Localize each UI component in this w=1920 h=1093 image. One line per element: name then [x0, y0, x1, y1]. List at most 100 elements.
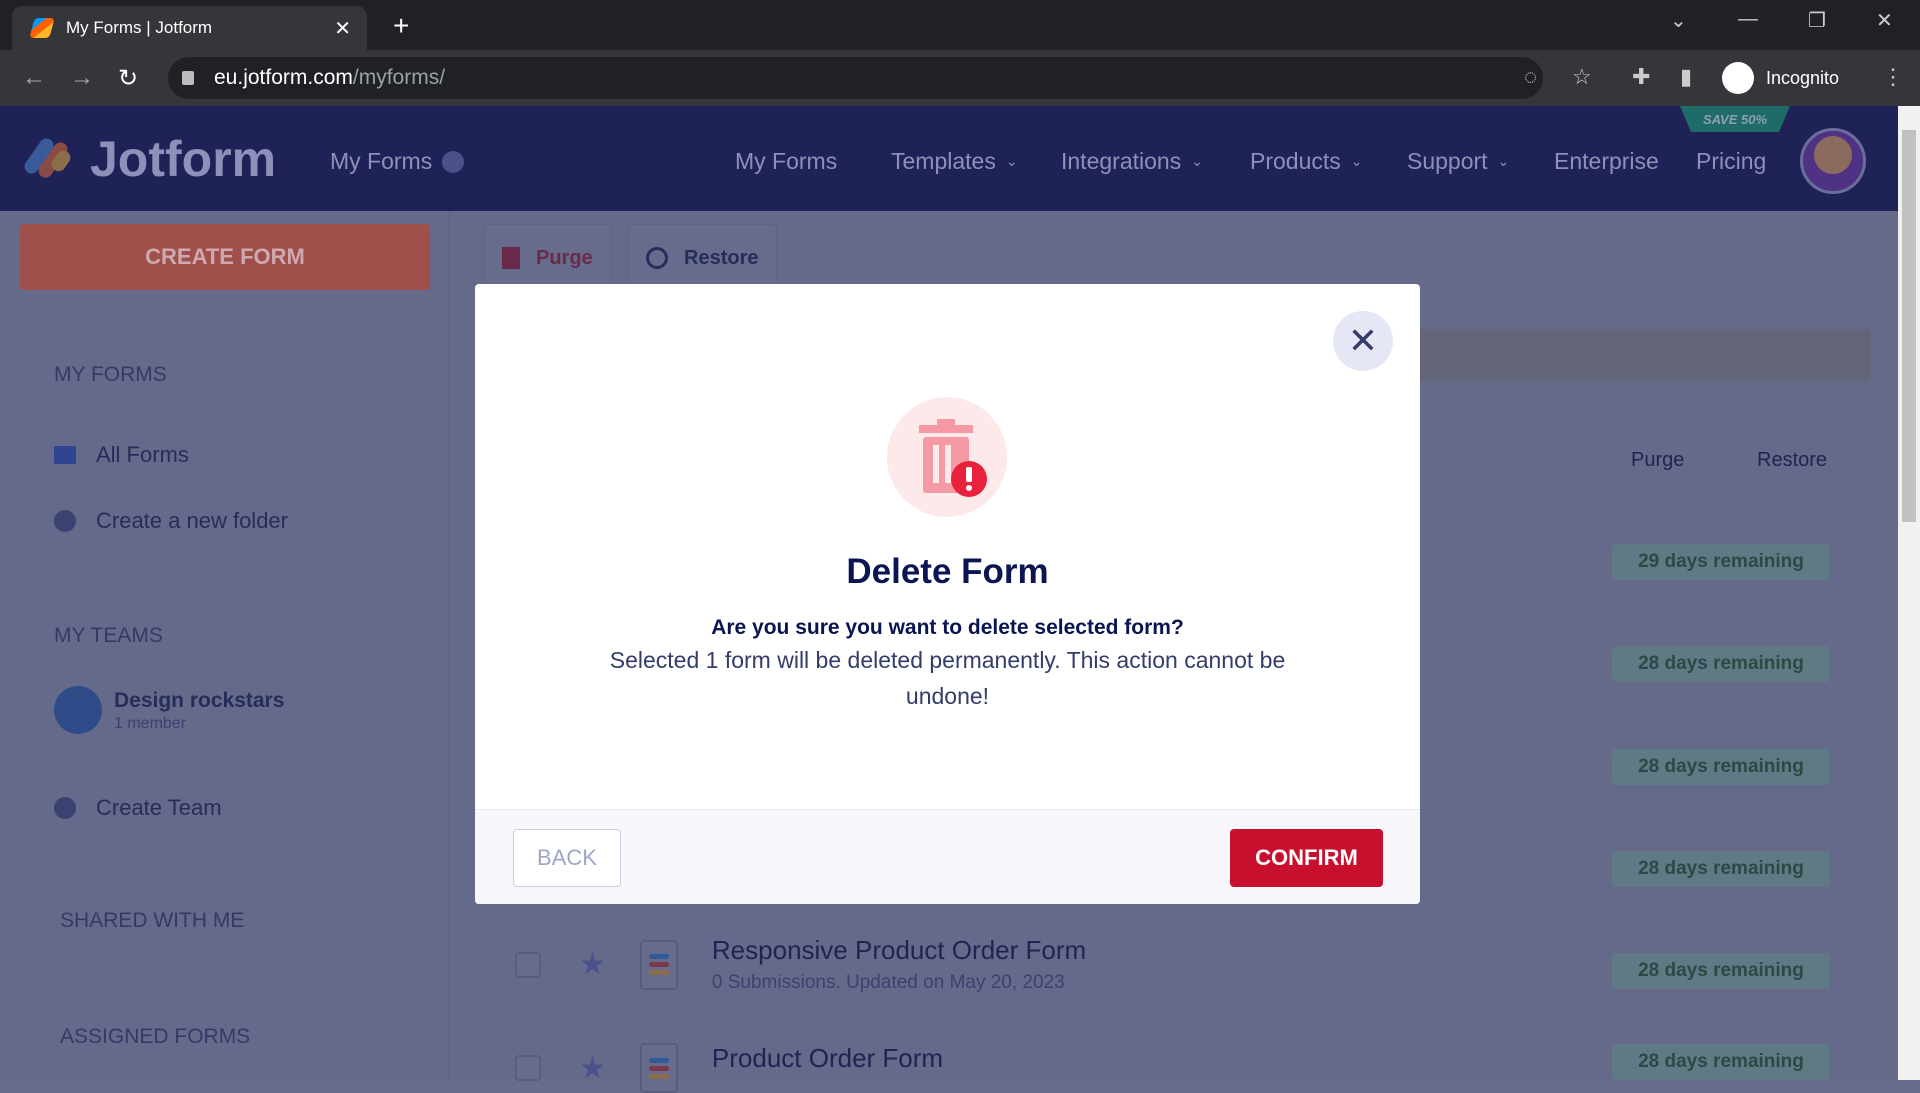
- address-toolbar: ← → ↻ eu.jotform.com/myforms/ ◌ ☆ ✚ ▮ In…: [0, 50, 1920, 106]
- days-remaining-badge: 29 days remaining: [1612, 544, 1830, 580]
- star-icon[interactable]: ★: [579, 1051, 606, 1086]
- tab-search-icon[interactable]: ⌄: [1670, 8, 1687, 33]
- my-forms-heading: MY FORMS: [54, 363, 167, 386]
- jotform-logo[interactable]: Jotform: [21, 130, 277, 188]
- plus-circle-icon: [54, 510, 76, 532]
- save-badge[interactable]: SAVE 50%: [1680, 106, 1790, 132]
- nav-pricing[interactable]: Pricing: [1696, 148, 1766, 175]
- create-team-button[interactable]: Create Team: [54, 795, 222, 821]
- forward-icon[interactable]: →: [70, 64, 94, 92]
- menu-dots-icon[interactable]: ⋮: [1882, 64, 1904, 90]
- close-dialog-button[interactable]: ✕: [1333, 311, 1393, 371]
- extensions-icon[interactable]: ✚: [1632, 64, 1650, 90]
- lock-icon: [182, 71, 194, 85]
- form-title[interactable]: Responsive Product Order Form: [712, 935, 1086, 966]
- incognito-icon: [1722, 62, 1754, 94]
- tab-title: My Forms | Jotform: [66, 18, 213, 37]
- days-remaining-badge: 28 days remaining: [1612, 953, 1830, 989]
- days-remaining-badge: 28 days remaining: [1612, 1044, 1830, 1080]
- form-icon: [639, 939, 678, 990]
- sidebar-item-label: Create Team: [96, 795, 222, 820]
- nav-label: Enterprise: [1554, 148, 1659, 174]
- shared-with-me[interactable]: SHARED WITH ME: [60, 909, 244, 933]
- form-row[interactable]: ★ Responsive Product Order Form 0 Submiss…: [515, 935, 1086, 994]
- nav-label: My Forms: [735, 148, 838, 174]
- team-members: 1 member: [114, 715, 187, 732]
- browser-tab[interactable]: My Forms | Jotform ✕: [12, 6, 367, 50]
- button-label: Purge: [536, 246, 593, 269]
- nav-label: Products: [1250, 148, 1341, 174]
- form-title[interactable]: Product Order Form: [712, 1043, 943, 1074]
- trash-icon: [502, 247, 520, 269]
- star-bookmark-icon[interactable]: ☆: [1572, 64, 1592, 90]
- nav-enterprise[interactable]: Enterprise: [1554, 148, 1659, 175]
- jotform-logo-icon: [21, 134, 74, 184]
- sidebar-item-label: Create a new folder: [96, 508, 288, 533]
- days-remaining-badge: 28 days remaining: [1612, 749, 1830, 785]
- dialog-question: Are you sure you want to delete selected…: [711, 616, 1184, 639]
- nav-support[interactable]: Support ⌄: [1407, 148, 1509, 175]
- nav-integrations[interactable]: Integrations ⌄: [1061, 148, 1203, 175]
- star-icon[interactable]: ★: [579, 947, 606, 982]
- nav-label: Integrations: [1061, 148, 1182, 174]
- chevron-down-icon: ⌄: [1497, 153, 1510, 169]
- browser-tab-bar: My Forms | Jotform ✕ + ⌄ — ❐ ✕: [0, 0, 1920, 50]
- page-scrollbar[interactable]: [1898, 106, 1920, 1080]
- back-button[interactable]: BACK: [513, 829, 621, 887]
- sidebar-item-all-forms[interactable]: All Forms: [54, 442, 189, 468]
- team-name[interactable]: Design rockstars: [114, 689, 284, 713]
- create-folder-button[interactable]: Create a new folder: [54, 508, 288, 534]
- address-bar[interactable]: eu.jotform.com/myforms/: [168, 57, 1543, 99]
- dialog-title: Delete Form: [846, 552, 1049, 591]
- jotform-favicon-icon: [29, 18, 55, 38]
- my-teams-heading: MY TEAMS: [54, 624, 163, 647]
- user-avatar[interactable]: [1800, 128, 1866, 194]
- site-header: Jotform My Forms My Forms Templates ⌄ Int…: [0, 106, 1898, 211]
- restore-button[interactable]: Restore: [627, 224, 778, 292]
- eye-slash-icon[interactable]: ◌: [1524, 64, 1537, 90]
- new-tab-icon[interactable]: +: [393, 10, 409, 42]
- confirm-button[interactable]: CONFIRM: [1230, 829, 1383, 887]
- days-remaining-badge: 28 days remaining: [1612, 646, 1830, 682]
- nav-templates[interactable]: Templates ⌄: [891, 148, 1018, 175]
- chevron-down-icon: ⌄: [1350, 153, 1363, 169]
- section-label: My Forms: [330, 148, 433, 174]
- create-form-button[interactable]: CREATE FORM: [20, 224, 430, 290]
- section-switcher[interactable]: My Forms: [330, 148, 465, 175]
- days-remaining-badge: 28 days remaining: [1612, 851, 1830, 887]
- sidebar-item-label: All Forms: [96, 442, 189, 467]
- nav-my-forms[interactable]: My Forms: [735, 148, 837, 175]
- profile-button[interactable]: Incognito: [1722, 56, 1839, 100]
- team-avatar: [54, 686, 102, 734]
- chevron-down-icon: ⌄: [1005, 153, 1018, 169]
- restore-icon: [646, 247, 668, 269]
- delete-form-dialog: ✕ Delete Form Are you sure you want to d…: [475, 284, 1420, 904]
- column-restore: Restore: [1757, 449, 1828, 471]
- dialog-description: Selected 1 form will be deleted permanen…: [609, 647, 1286, 709]
- close-icon: ✕: [1347, 320, 1379, 361]
- trash-warning-icon: [887, 397, 1007, 517]
- dialog-footer: BACK CONFIRM: [475, 809, 1420, 904]
- nav-products[interactable]: Products ⌄: [1250, 148, 1363, 175]
- scrollbar-thumb[interactable]: [1902, 130, 1916, 522]
- nav-label: Pricing: [1696, 148, 1767, 174]
- close-window-icon[interactable]: ✕: [1876, 8, 1893, 33]
- minimize-icon[interactable]: —: [1738, 8, 1758, 31]
- row-checkbox[interactable]: [515, 1055, 541, 1081]
- nav-label: Templates: [891, 148, 996, 174]
- reload-icon[interactable]: ↻: [118, 64, 138, 93]
- purge-button[interactable]: Purge: [483, 224, 612, 292]
- assigned-forms[interactable]: ASSIGNED FORMS: [60, 1025, 250, 1049]
- profile-label: Incognito: [1766, 67, 1840, 88]
- column-purge: Purge: [1631, 449, 1685, 471]
- restore-window-icon[interactable]: ❐: [1808, 8, 1826, 33]
- side-panel-icon[interactable]: ▮: [1680, 64, 1692, 90]
- logo-text: Jotform: [90, 131, 277, 187]
- row-checkbox[interactable]: [515, 951, 541, 978]
- button-label: Restore: [684, 246, 759, 269]
- close-tab-icon[interactable]: ✕: [334, 16, 351, 41]
- back-icon[interactable]: ←: [22, 64, 46, 92]
- plus-circle-icon: [54, 797, 76, 819]
- form-row[interactable]: ★ Product Order Form: [515, 1043, 943, 1093]
- url-host: eu.jotform.com: [214, 66, 353, 89]
